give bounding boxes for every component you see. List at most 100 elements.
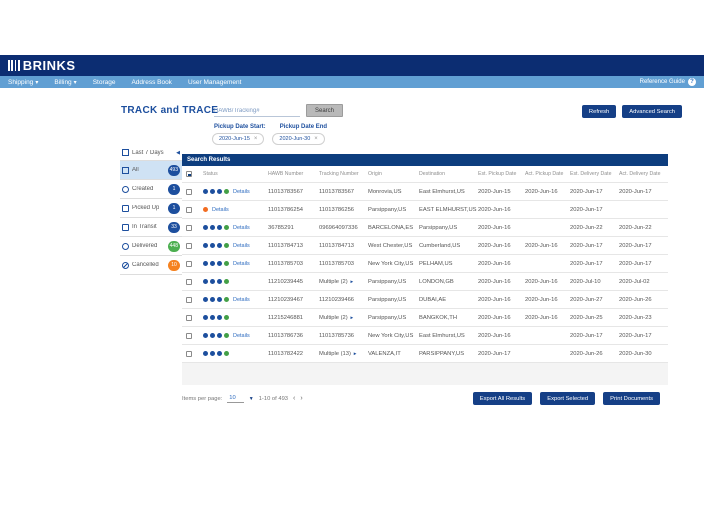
search-button[interactable]: Search — [306, 104, 343, 117]
row-checkbox[interactable] — [186, 189, 192, 195]
expand-tracking-icon[interactable] — [350, 279, 354, 285]
est-pickup-date: 2020-Jun-16 — [478, 261, 524, 267]
expand-tracking-icon[interactable] — [350, 315, 354, 321]
details-link[interactable]: Details — [212, 207, 229, 213]
status-cell: Details — [203, 225, 267, 231]
expand-tracking-icon[interactable] — [353, 351, 357, 357]
previous-page-icon[interactable] — [293, 395, 295, 402]
row-checkbox[interactable] — [186, 243, 192, 249]
row-checkbox[interactable] — [186, 207, 192, 213]
status-dot-icon — [217, 279, 222, 284]
reference-guide-link[interactable]: Reference Guide — [640, 78, 696, 86]
row-checkbox[interactable] — [186, 333, 192, 339]
sidebar-filter-item[interactable]: Picked Up 1 — [120, 199, 182, 218]
select-caret-icon[interactable] — [249, 396, 254, 402]
est-delivery-date: 2020-Jun-27 — [570, 297, 618, 303]
column-header[interactable]: Status — [203, 171, 267, 177]
export-all-results-button[interactable]: Export All Results — [473, 392, 532, 405]
hawb-number: 11210239445 — [268, 279, 318, 285]
column-header[interactable]: Tracking Number — [319, 171, 367, 177]
row-checkbox[interactable] — [186, 297, 192, 303]
hawb-number: 11215246881 — [268, 315, 318, 321]
act-delivery-date: 2020-Jun-17 — [619, 243, 663, 249]
collapse-sidebar-icon[interactable] — [176, 150, 180, 156]
pickup-start-chip[interactable]: 2020-Jun-15 — [212, 133, 264, 145]
pickup-end-chip[interactable]: 2020-Jun-30 — [272, 133, 324, 145]
column-header[interactable]: Est. Delivery Date — [570, 171, 618, 177]
sidebar-header-label: Last 7 Days — [132, 150, 164, 156]
sidebar-filter-item[interactable]: All 493 — [120, 161, 182, 180]
column-header[interactable]: Est. Pickup Date — [478, 171, 524, 177]
origin: Monrovia,US — [368, 189, 418, 195]
export-selected-button[interactable]: Export Selected — [540, 392, 595, 405]
print-documents-button[interactable]: Print Documents — [603, 392, 660, 405]
status-dot-icon — [224, 189, 229, 194]
tracking-cell: Multiple (13) — [319, 351, 367, 357]
advanced-search-button[interactable]: Advanced Search — [622, 105, 682, 118]
column-header[interactable]: Act. Pickup Date — [525, 171, 569, 177]
row-checkbox[interactable] — [186, 261, 192, 267]
est-delivery-date: 2020-Jun-17 — [570, 243, 618, 249]
clear-date-icon[interactable] — [254, 136, 258, 142]
sidebar-filter-item[interactable]: Cancelled 10 — [120, 256, 182, 275]
status-dot-icon — [224, 225, 229, 230]
row-checkbox[interactable] — [186, 315, 192, 321]
count-badge: 448 — [168, 241, 180, 252]
origin: New York City,US — [368, 333, 418, 339]
table-title-bar: Search Results — [182, 154, 668, 166]
hawb-number: 11013785703 — [268, 261, 318, 267]
nav-item[interactable]: Storage — [93, 79, 116, 86]
clear-date-icon[interactable] — [314, 136, 318, 142]
sidebar-item-label: Created — [132, 186, 153, 192]
details-link[interactable]: Details — [233, 333, 250, 339]
est-delivery-date: 2020-Jun-25 — [570, 315, 618, 321]
sidebar-filter-item[interactable]: Delivered 448 — [120, 237, 182, 256]
origin: New York City,US — [368, 261, 418, 267]
status-dot-icon — [203, 261, 208, 266]
details-link[interactable]: Details — [233, 225, 250, 231]
est-pickup-date: 2020-Jun-16 — [478, 279, 524, 285]
tracking-number-input[interactable] — [214, 105, 300, 117]
sidebar-filter-item[interactable]: In Transit 33 — [120, 218, 182, 237]
nav-item[interactable]: User Management — [188, 79, 241, 86]
select-all-checkbox[interactable] — [186, 171, 192, 177]
act-delivery-date: 2020-Jun-17 — [619, 261, 663, 267]
tracking-cell: 11013786256 — [319, 207, 367, 213]
status-dot-icon — [203, 189, 208, 194]
table-header-row: Status HAWB Number Tracking Number Origi… — [182, 166, 668, 183]
row-checkbox[interactable] — [186, 351, 192, 357]
details-link[interactable]: Details — [233, 189, 250, 195]
status-dots — [203, 315, 229, 320]
details-link[interactable]: Details — [233, 243, 250, 249]
hawb-number: 11013784713 — [268, 243, 318, 249]
column-header[interactable]: Destination — [419, 171, 477, 177]
nav-item[interactable]: Address Book — [131, 79, 171, 86]
details-link[interactable]: Details — [233, 297, 250, 303]
next-page-icon[interactable] — [300, 395, 302, 402]
page-title: TRACK and TRACE — [121, 105, 218, 116]
status-dots — [203, 243, 229, 248]
column-header[interactable]: Act. Delivery Date — [619, 171, 663, 177]
status-dot-icon — [224, 261, 229, 266]
status-filter-sidebar: Last 7 Days All 493 Created 1 — [120, 145, 182, 275]
column-header[interactable]: HAWB Number — [268, 171, 318, 177]
refresh-button[interactable]: Refresh — [582, 105, 616, 118]
origin: VALENZA,IT — [368, 351, 418, 357]
details-link[interactable]: Details — [233, 261, 250, 267]
nav-item[interactable]: Billing — [54, 79, 76, 86]
sidebar-header-last-7-days[interactable]: Last 7 Days — [120, 145, 182, 161]
act-delivery-date: 2020-Jun-17 — [619, 189, 663, 195]
destination: Cumberland,US — [419, 243, 477, 249]
sidebar-filter-item[interactable]: Created 1 — [120, 180, 182, 199]
items-per-page-select[interactable]: 10 — [227, 395, 243, 403]
status-dot-icon — [210, 243, 215, 248]
destination: EAST ELMHURST,US — [419, 207, 477, 213]
row-checkbox[interactable] — [186, 225, 192, 231]
help-icon[interactable] — [688, 78, 696, 86]
clock-icon — [122, 186, 129, 193]
sidebar-item-label: Delivered — [132, 243, 157, 249]
nav-item[interactable]: Shipping — [8, 79, 38, 86]
row-checkbox[interactable] — [186, 279, 192, 285]
column-header[interactable]: Origin — [368, 171, 418, 177]
destination: PELHAM,US — [419, 261, 477, 267]
